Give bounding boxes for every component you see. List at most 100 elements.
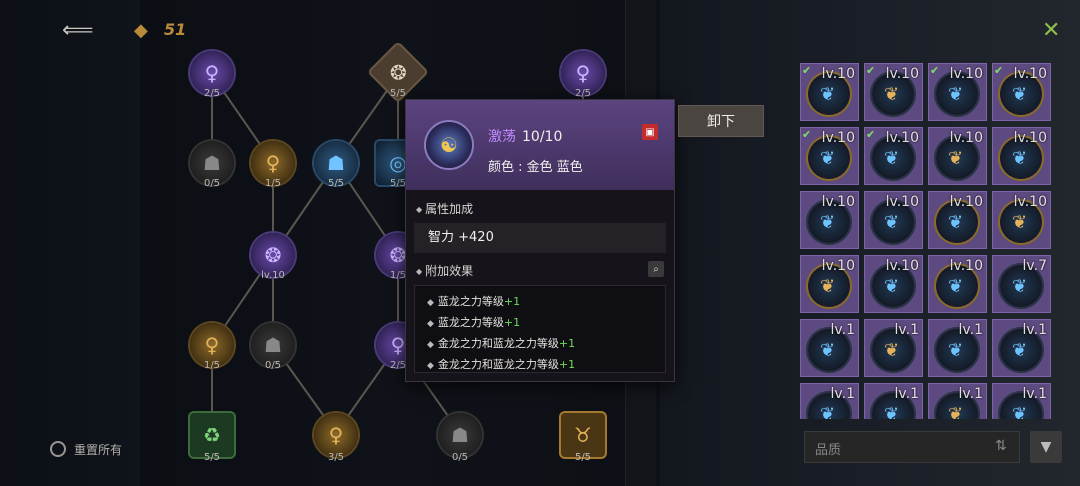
slot-level: lv.1 — [958, 386, 983, 402]
dragon-glyph-icon: ❦ — [820, 404, 836, 419]
item-color: 颜色 : 金色 蓝色 — [488, 160, 583, 175]
dragon-glyph-icon: ❦ — [884, 340, 900, 361]
filter-funnel-icon[interactable]: ▼ — [1030, 431, 1062, 463]
slot-level: lv.10 — [1013, 66, 1047, 82]
skill-node-r5-2[interactable]: ♀ — [314, 413, 358, 457]
close-x-icon[interactable]: ✕ — [1042, 18, 1060, 43]
equipped-check-icon: ✔ — [802, 128, 812, 141]
slot-level: lv.1 — [894, 322, 919, 338]
extra-section-title: 附加效果 — [416, 262, 473, 279]
inventory-slot[interactable]: ❦ lv.10 — [864, 191, 923, 249]
quality-filter[interactable]: 品质 ⇅ — [804, 431, 1020, 463]
equipped-check-icon: ✔ — [866, 128, 876, 141]
inventory-slot[interactable]: ❦ lv.1 — [800, 383, 859, 419]
inventory-slot[interactable]: ❦ lv.10 ✔ — [864, 127, 923, 185]
node-count: 1/5 — [389, 270, 407, 281]
node-count: 2/5 — [574, 88, 592, 99]
dragon-glyph-icon: ❦ — [1012, 404, 1028, 419]
node-count: 0/5 — [203, 178, 221, 189]
magnify-icon[interactable]: ⌕ — [648, 261, 664, 277]
dragon-glyph-icon: ❦ — [820, 148, 836, 169]
inventory-slot[interactable]: ❦ lv.10 — [864, 255, 923, 313]
inventory-slot[interactable]: ❦ lv.1 — [992, 319, 1051, 377]
inventory-slot[interactable]: ❦ lv.10 — [800, 255, 859, 313]
inventory-grid: ❦ lv.10 ✔ ❦ lv.10 ✔ ❦ lv.10 ✔ ❦ lv.10 ✔ ❦ lv.10 ✔ ❦ lv.1… — [800, 63, 1054, 419]
equipped-check-icon: ✔ — [930, 64, 940, 77]
inventory-slot[interactable]: ❦ lv.10 ✔ — [992, 63, 1051, 121]
inventory-slot[interactable]: ❦ lv.10 — [928, 127, 987, 185]
slot-level: lv.10 — [949, 258, 983, 274]
inventory-slot[interactable]: ❦ lv.10 ✔ — [928, 63, 987, 121]
slot-level: lv.10 — [949, 194, 983, 210]
dragon-glyph-icon: ❦ — [1012, 212, 1028, 233]
inventory-slot[interactable]: ❦ lv.10 — [800, 191, 859, 249]
dragon-glyph-icon: ❦ — [948, 84, 964, 105]
node-count: 1/5 — [264, 178, 282, 189]
dragon-glyph-icon: ❦ — [820, 340, 836, 361]
quality-filter-label: 品质 — [815, 443, 842, 458]
inventory-slot[interactable]: ❦ lv.10 ✔ — [800, 63, 859, 121]
node-count: 2/5 — [203, 88, 221, 99]
inventory-slot[interactable]: ❦ lv.1 — [800, 319, 859, 377]
skill-node-r5-3[interactable]: ☗ — [438, 413, 482, 457]
sort-icon[interactable]: ⇅ — [995, 438, 1007, 454]
inventory-slot[interactable]: ❦ lv.10 ✔ — [800, 127, 859, 185]
effect-item: ◆ 蓝龙之力等级+1 — [427, 316, 521, 329]
item-icon: ☯ — [426, 122, 472, 168]
slot-level: lv.1 — [958, 322, 983, 338]
slot-level: lv.10 — [1013, 194, 1047, 210]
dragon-glyph-icon: ❦ — [948, 340, 964, 361]
node-count: 3/5 — [327, 452, 345, 463]
dragon-glyph-icon: ❦ — [884, 404, 900, 419]
inventory-slot[interactable]: ❦ lv.10 — [928, 191, 987, 249]
inventory-slot[interactable]: ❦ lv.1 — [864, 383, 923, 419]
inventory-slot[interactable]: ❦ lv.1 — [928, 383, 987, 419]
inventory-slot[interactable]: ❦ lv.10 — [992, 191, 1051, 249]
effects-list: ◆ 蓝龙之力等级+1 ◆ 蓝龙之力等级+1 ◆ 金龙之力和蓝龙之力等级+1 ◆ 金龙之力… — [414, 285, 666, 373]
equipped-check-icon: ✔ — [866, 64, 876, 77]
node-count: 0/5 — [264, 360, 282, 371]
gem-icon: ◆ — [134, 20, 148, 41]
inventory-slot[interactable]: ❦ lv.1 — [864, 319, 923, 377]
dragon-glyph-icon: ❦ — [820, 276, 836, 297]
lock-icon[interactable]: ▣ — [642, 124, 658, 140]
currency-value: 51 — [164, 20, 187, 39]
node-count: 5/5 — [327, 178, 345, 189]
slot-level: lv.10 — [821, 130, 855, 146]
node-count: 5/5 — [389, 178, 407, 189]
slot-level: lv.1 — [830, 386, 855, 402]
slot-level: lv.10 — [949, 66, 983, 82]
dragon-glyph-icon: ❦ — [820, 84, 836, 105]
slot-level: lv.10 — [821, 258, 855, 274]
dragon-glyph-icon: ❦ — [884, 148, 900, 169]
dragon-glyph-icon: ❦ — [1012, 148, 1028, 169]
inventory-slot[interactable]: ❦ lv.7 — [992, 255, 1051, 313]
effect-item: ◆ 金龙之力和蓝龙之力等级+1 — [427, 358, 576, 371]
slot-level: lv.10 — [885, 66, 919, 82]
skill-node-r5-1[interactable]: ♻ — [190, 413, 234, 457]
refresh-icon — [50, 441, 66, 457]
dragon-glyph-icon: ❦ — [884, 276, 900, 297]
equipped-check-icon: ✔ — [802, 64, 812, 77]
inventory-slot[interactable]: ❦ lv.1 — [992, 383, 1051, 419]
item-detail-popup: ☯ 激荡 10/10 颜色 : 金色 蓝色 ▣ 属性加成 智力 +420 附加效果… — [405, 99, 675, 382]
node-count: 5/5 — [389, 88, 407, 99]
slot-level: lv.7 — [1022, 258, 1047, 274]
dragon-glyph-icon: ❦ — [884, 212, 900, 233]
back-arrow-icon[interactable]: ⟸ — [62, 18, 94, 43]
inventory-slot[interactable]: ❦ lv.10 — [928, 255, 987, 313]
skill-node-r5-4[interactable]: ♉ — [561, 413, 605, 457]
inventory-slot[interactable]: ❦ lv.1 — [928, 319, 987, 377]
reset-all-button[interactable]: 重置所有 — [50, 436, 122, 462]
slot-level: lv.1 — [1022, 386, 1047, 402]
item-title: 激荡 10/10 — [488, 126, 562, 146]
inventory-slot[interactable]: ❦ lv.10 ✔ — [864, 63, 923, 121]
item-name: 激荡 — [488, 129, 516, 145]
inventory-slot[interactable]: ❦ lv.10 — [992, 127, 1051, 185]
popup-header: ☯ 激荡 10/10 颜色 : 金色 蓝色 ▣ — [406, 100, 674, 190]
slot-level: lv.1 — [894, 386, 919, 402]
dragon-glyph-icon: ❦ — [820, 212, 836, 233]
dragon-glyph-icon: ❦ — [1012, 276, 1028, 297]
unequip-button[interactable]: 卸下 — [678, 105, 764, 137]
node-count: 2/5 — [389, 360, 407, 371]
